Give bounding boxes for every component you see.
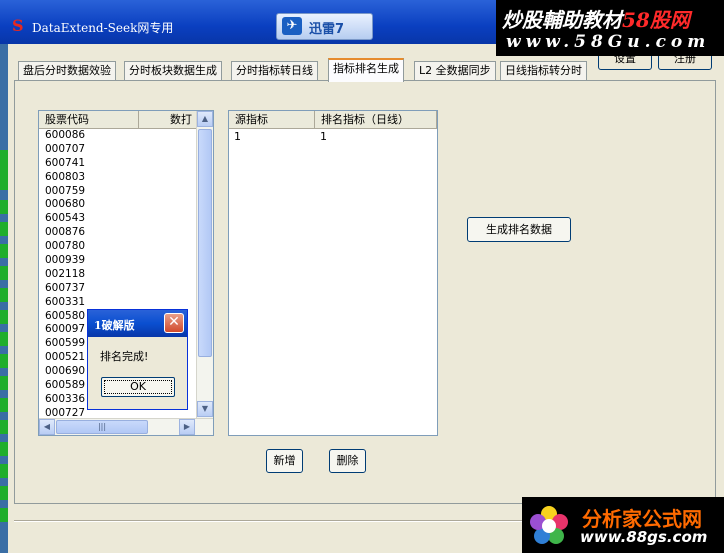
xunlei-bird-icon: ✈ [282, 17, 302, 35]
list-item[interactable]: 600543 [39, 212, 197, 226]
list-item[interactable]: 000707 [39, 143, 197, 157]
scroll-up-icon[interactable]: ▲ [197, 111, 213, 127]
vertical-scroll-thumb[interactable] [198, 129, 212, 357]
delete-button[interactable]: 删除 [329, 449, 366, 473]
dialog-title-bar[interactable]: 1破解版 ✕ [88, 310, 187, 337]
add-button[interactable]: 新增 [266, 449, 303, 473]
tab-intraday-verify[interactable]: 盘后分时数据效验 [18, 61, 116, 80]
watermark-url: www.58Gu.com [506, 32, 711, 52]
tab-sector-data[interactable]: 分时板块数据生成 [124, 61, 222, 80]
tab-daily-to-intraday[interactable]: 日线指标转分时 [500, 61, 587, 80]
ok-button[interactable]: OK [101, 377, 175, 397]
column-ranking-indicator[interactable]: 排名指标（日线） [315, 111, 437, 128]
horizontal-scroll-thumb[interactable]: ||| [56, 420, 148, 434]
column-stock-code[interactable]: 股票代码 [39, 111, 139, 128]
watermark-title: 炒股輔助教材58股网 [502, 8, 690, 32]
list-item[interactable]: 600086 [39, 129, 197, 143]
tab-intraday-to-daily[interactable]: 分时指标转日线 [231, 61, 318, 80]
list-item[interactable]: 002118 [39, 268, 197, 282]
watermark-58gu: 炒股輔助教材58股网 www.58Gu.com [496, 0, 724, 56]
dialog-message: 排名完成! [100, 350, 149, 363]
grid-row[interactable]: 1 1 [229, 130, 437, 144]
list-item[interactable]: 600741 [39, 157, 197, 171]
list-item[interactable]: 600737 [39, 282, 197, 296]
scroll-left-icon[interactable]: ◀ [39, 419, 55, 435]
tab-ranking-generate[interactable]: 指标排名生成 [328, 58, 404, 82]
app-logo-icon: S [12, 16, 24, 35]
vertical-scrollbar[interactable]: ▲ ▼ [196, 111, 213, 419]
list-item[interactable]: 000759 [39, 185, 197, 199]
list-header: 股票代码 数打 [39, 111, 213, 129]
watermark-bottom-url: www.88gs.com [580, 528, 708, 546]
list-item[interactable]: 600803 [39, 171, 197, 185]
window-title: DataExtend-Seek网专用 [32, 21, 174, 35]
generate-ranking-button[interactable]: 生成排名数据 [467, 217, 571, 242]
dialog-title: 1破解版 [94, 319, 135, 332]
column-data[interactable]: 数打 [139, 111, 197, 128]
tab-l2-sync[interactable]: L2 全数据同步 [414, 61, 496, 80]
scroll-right-icon[interactable]: ▶ [179, 419, 195, 435]
xunlei-label: 迅雷7 [309, 22, 345, 37]
list-item[interactable]: 000680 [39, 198, 197, 212]
horizontal-scrollbar[interactable]: ◀ ||| ▶ [39, 418, 213, 435]
grid-cell-source[interactable]: 1 [229, 130, 241, 144]
grid-header: 源指标 排名指标（日线） [229, 111, 437, 129]
column-source-indicator[interactable]: 源指标 [229, 111, 315, 128]
flower-logo-icon [530, 506, 568, 544]
list-item[interactable]: 600331 [39, 296, 197, 310]
grid-cell-ranking[interactable]: 1 [315, 130, 327, 144]
close-icon[interactable]: ✕ [164, 313, 184, 333]
list-item[interactable]: 000939 [39, 254, 197, 268]
desktop-background [0, 0, 8, 553]
indicator-grid[interactable]: 源指标 排名指标（日线） 1 1 [228, 110, 438, 436]
watermark-88gs: 分析家公式网 www.88gs.com [522, 497, 724, 553]
message-dialog: 1破解版 ✕ 排名完成! OK [87, 309, 188, 410]
xunlei-badge[interactable]: ✈ 迅雷7 [276, 13, 373, 40]
list-item[interactable]: 000876 [39, 226, 197, 240]
scroll-down-icon[interactable]: ▼ [197, 401, 213, 417]
list-item[interactable]: 000780 [39, 240, 197, 254]
